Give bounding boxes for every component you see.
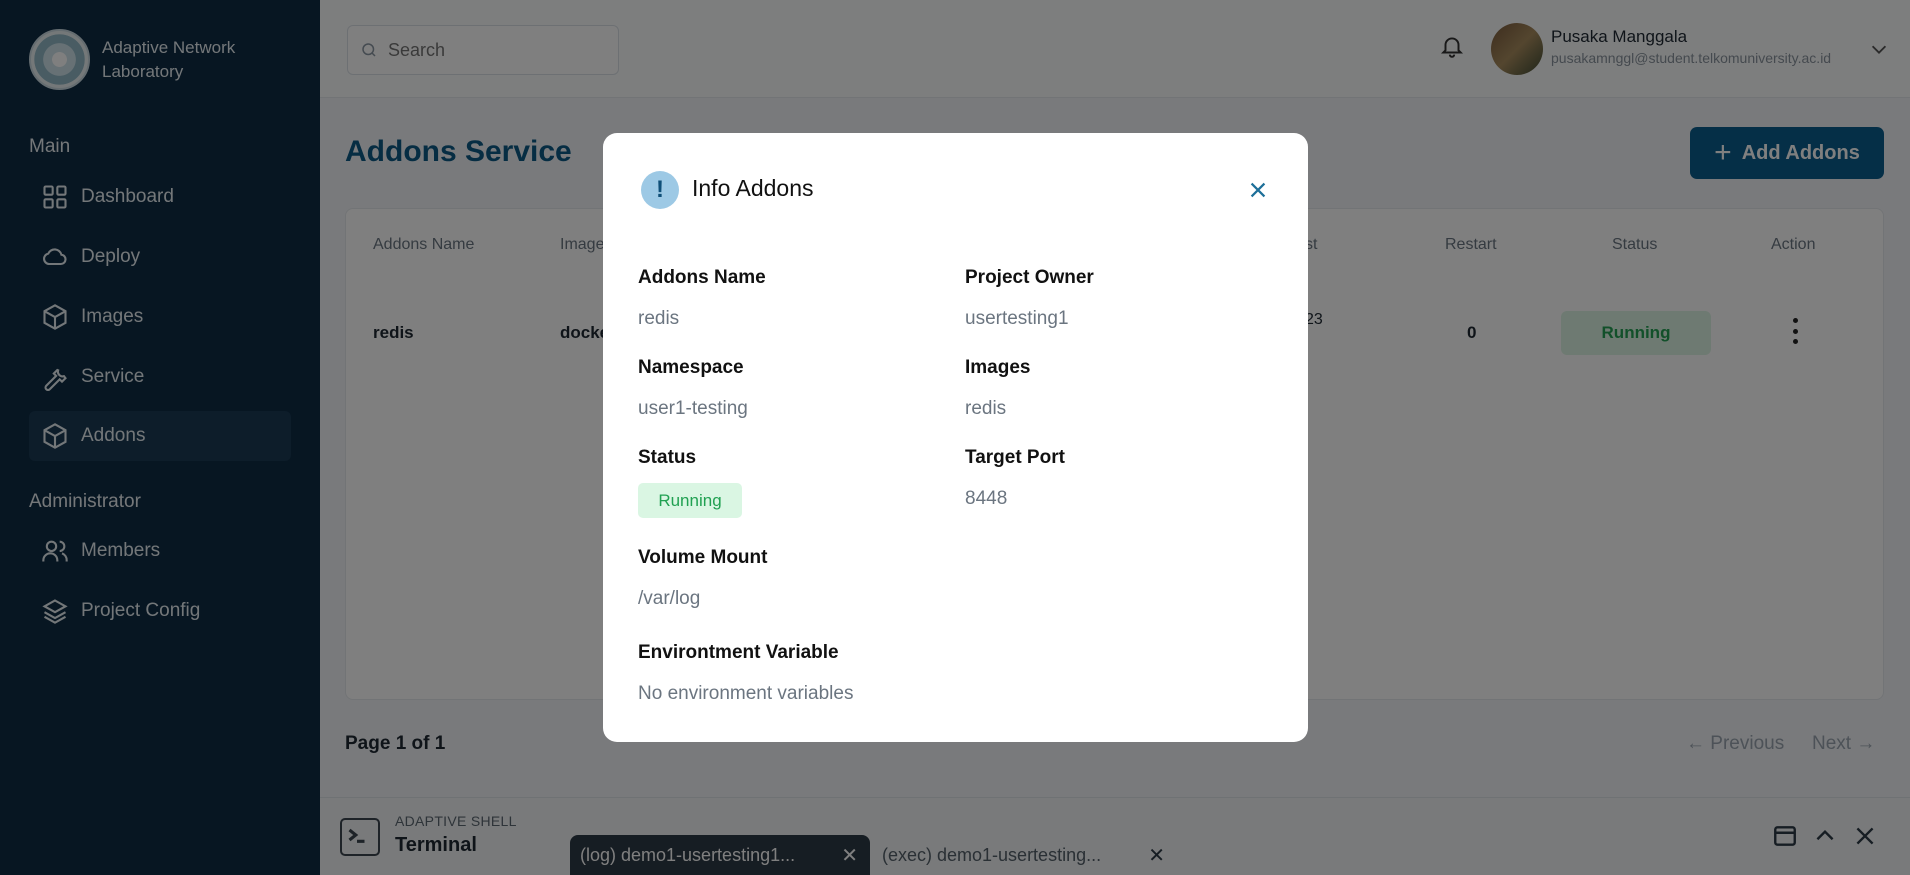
namespace-label: Namespace bbox=[638, 357, 744, 378]
info-icon: ! bbox=[641, 171, 679, 209]
addons-name-label: Addons Name bbox=[638, 267, 766, 288]
status-badge: Running bbox=[638, 483, 742, 518]
env-variable-label: Environtment Variable bbox=[638, 642, 839, 663]
env-variable-value: No environment variables bbox=[638, 683, 854, 704]
status-label: Status bbox=[638, 447, 697, 468]
images-label: Images bbox=[965, 357, 1031, 378]
addons-name-value: redis bbox=[638, 308, 680, 329]
volume-mount-value: /var/log bbox=[638, 588, 701, 609]
images-value: redis bbox=[965, 398, 1007, 419]
project-owner-value: usertesting1 bbox=[965, 308, 1069, 329]
close-icon[interactable] bbox=[1243, 175, 1273, 205]
modal-title: Info Addons bbox=[692, 175, 814, 201]
target-port-label: Target Port bbox=[965, 447, 1065, 468]
project-owner-label: Project Owner bbox=[965, 267, 1094, 288]
info-addons-modal: ! Info Addons Addons Name redis Project … bbox=[603, 133, 1308, 742]
namespace-value: user1-testing bbox=[638, 398, 748, 419]
target-port-value: 8448 bbox=[965, 488, 1008, 509]
volume-mount-label: Volume Mount bbox=[638, 547, 768, 568]
